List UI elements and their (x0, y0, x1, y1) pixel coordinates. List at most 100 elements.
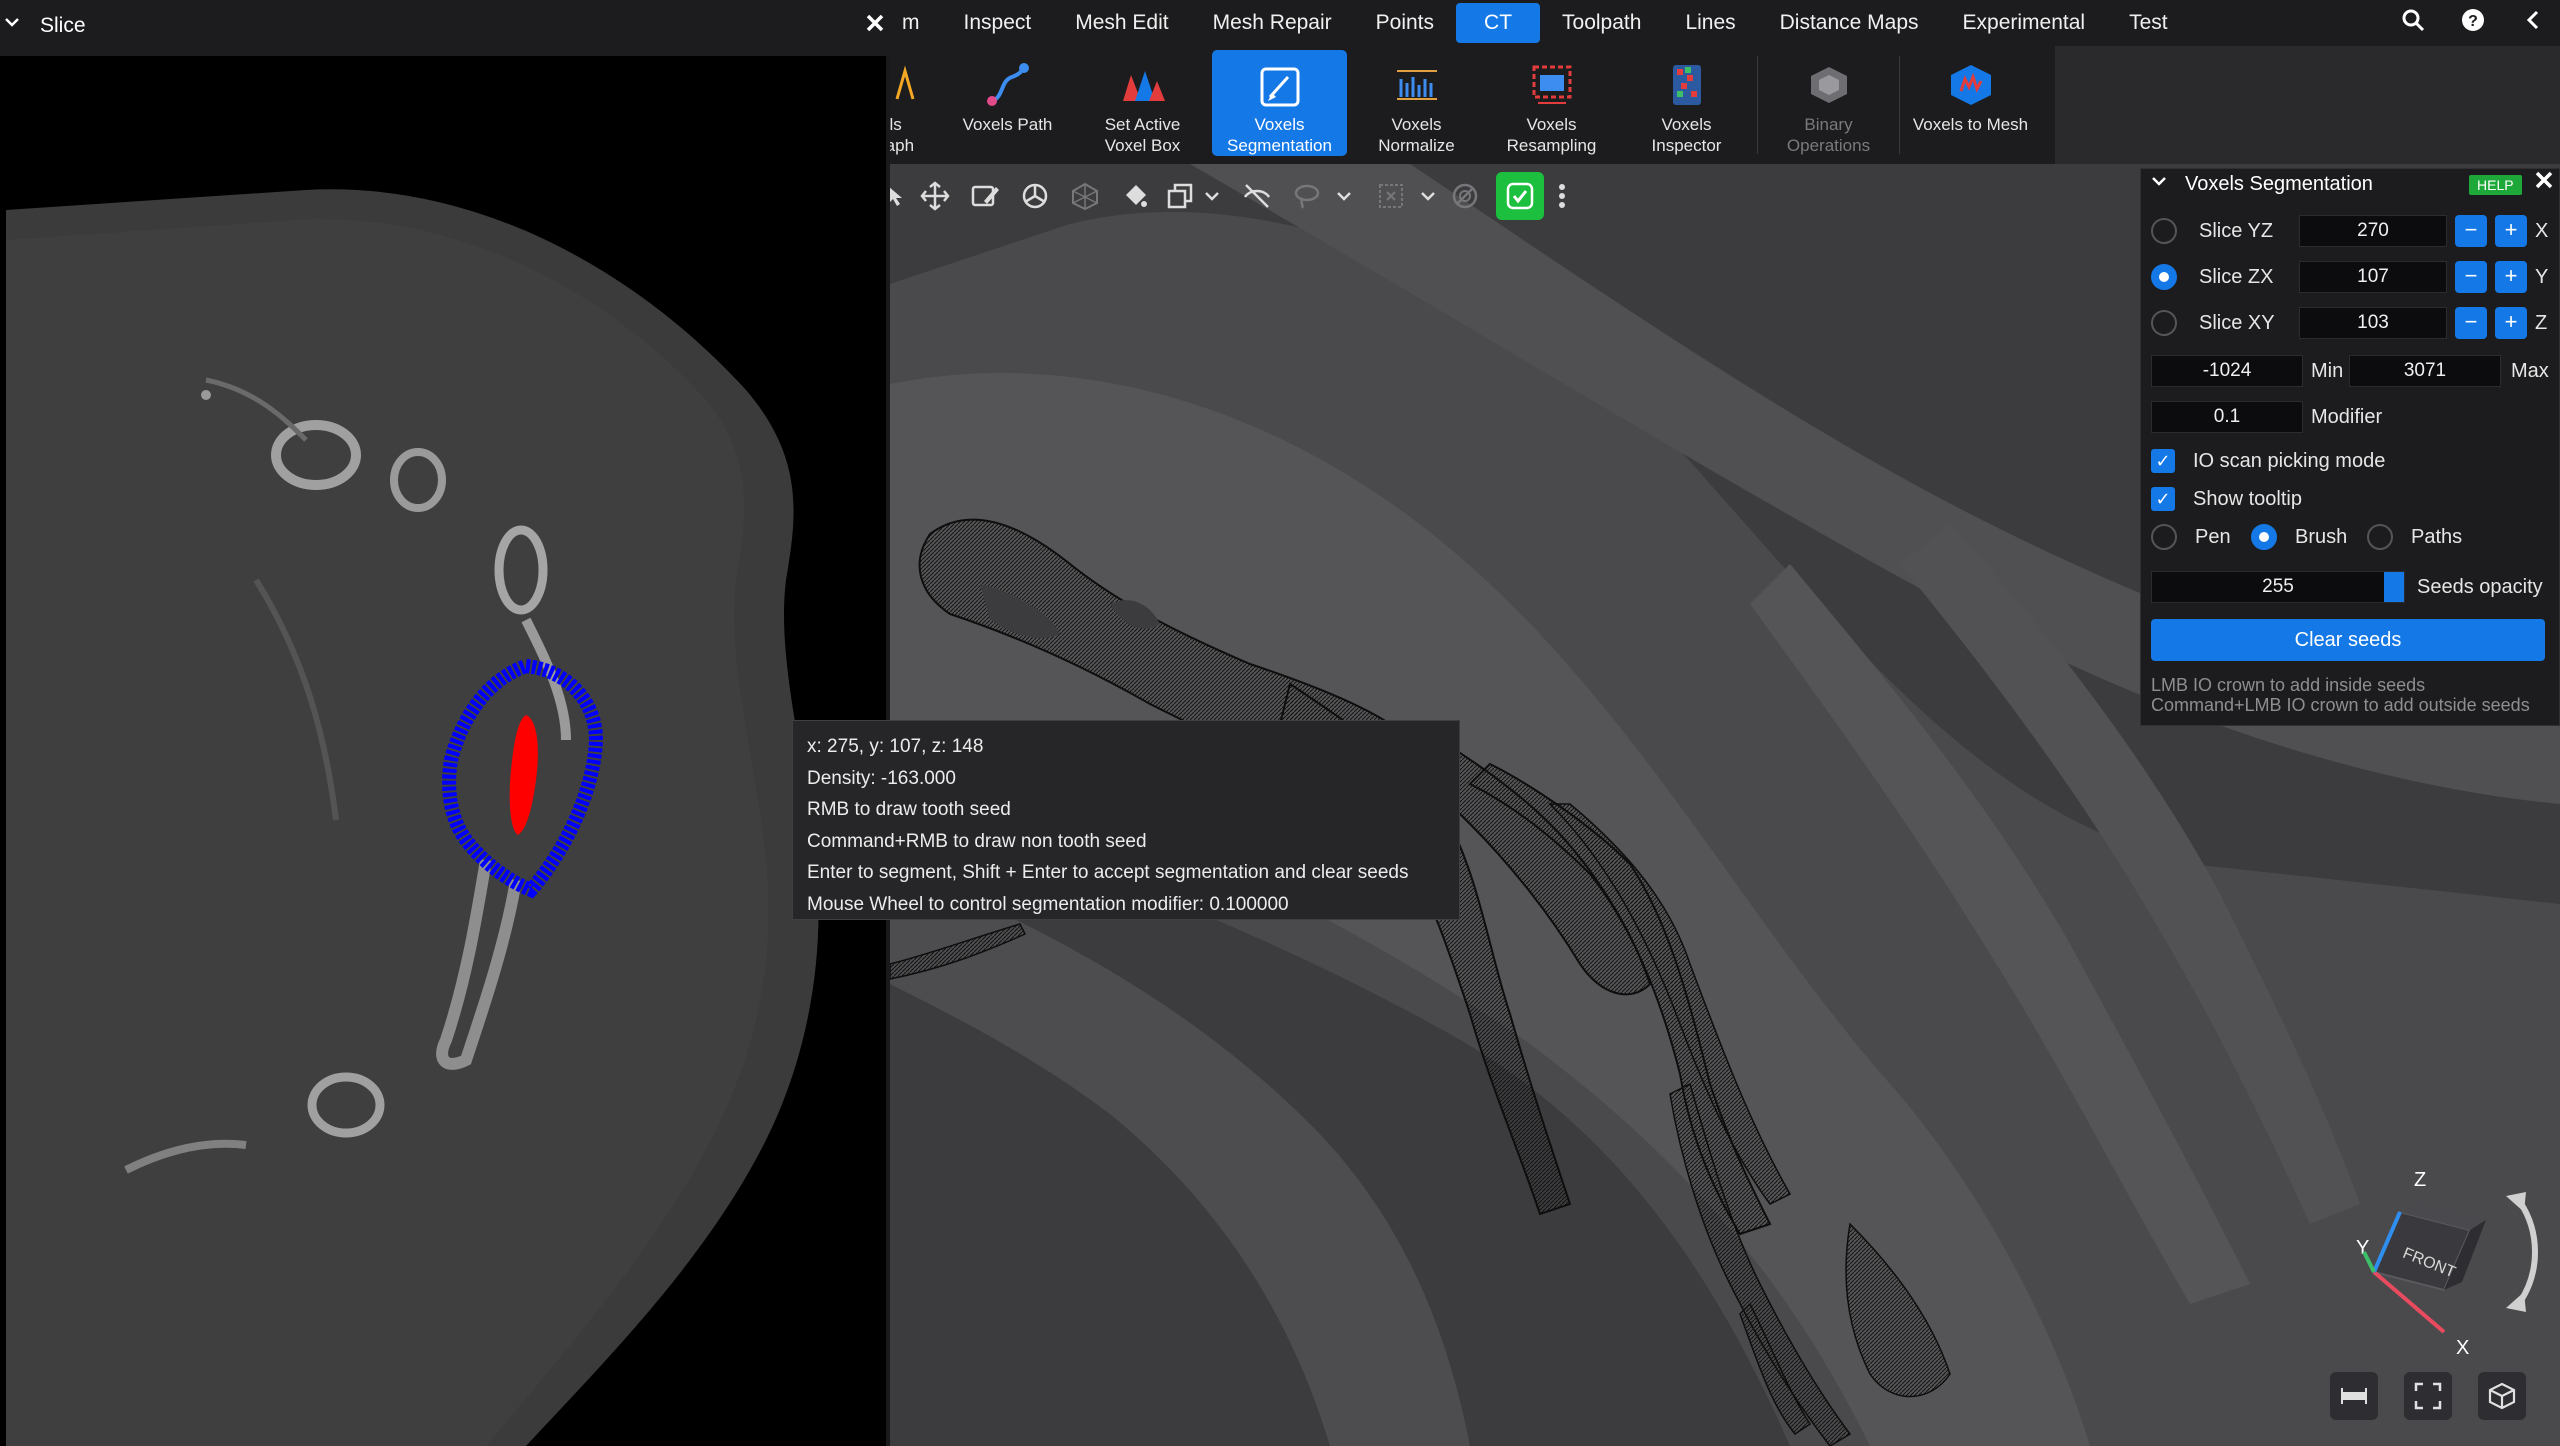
show-tooltip-row: ✓ Show tooltip (2151, 479, 2559, 519)
slider-handle[interactable] (2384, 572, 2404, 602)
normalize-icon (1392, 60, 1442, 110)
show-tooltip-checkbox[interactable]: ✓ (2151, 487, 2175, 511)
slice-xy-row: Slice XY 103 − + Z (2151, 303, 2559, 343)
increment-button[interactable]: + (2495, 215, 2527, 247)
menu-tab-distance-maps[interactable]: Distance Maps (1758, 3, 1941, 43)
menu-tab-mesh-edit[interactable]: Mesh Edit (1053, 3, 1190, 43)
increment-button[interactable]: + (2495, 307, 2527, 339)
slice-zx-radio[interactable] (2151, 264, 2177, 290)
chevron-down-icon[interactable] (1332, 171, 1356, 221)
io-scan-picking-checkbox[interactable]: ✓ (2151, 449, 2175, 473)
tooltip-density: Density: -163.000 (807, 767, 956, 789)
search-icon[interactable] (2396, 8, 2430, 39)
increment-button[interactable]: + (2495, 261, 2527, 293)
no-select-icon[interactable] (1440, 171, 1490, 221)
ribbon-voxels-resampling-button[interactable]: Voxels Resampling (1484, 46, 1619, 160)
help-button[interactable]: HELP (2469, 175, 2522, 195)
accept-check-icon[interactable] (1496, 172, 1544, 220)
chevron-down-icon[interactable] (1416, 171, 1440, 221)
menu-tab-test[interactable]: Test (2107, 3, 2190, 43)
pen-radio[interactable] (2151, 524, 2177, 550)
slice-yz-row: Slice YZ 270 − + X (2151, 211, 2559, 251)
view-cube-gizmo[interactable]: Z Y X FRONT (2340, 1169, 2540, 1372)
density-range-row: -1024 Min 3071 Max (2151, 351, 2559, 391)
max-label: Max (2511, 359, 2549, 382)
seeds-opacity-slider[interactable]: 255 (2151, 571, 2405, 603)
tooltip-hint-enter: Enter to segment, Shift + Enter to accep… (807, 862, 1409, 883)
ct-cursor-tooltip: x: 275, y: 107, z: 148 Density: -163.000… (792, 720, 1460, 920)
ruler-icon[interactable] (2330, 1372, 2378, 1420)
lasso-icon[interactable] (1282, 171, 1332, 221)
chevron-down-icon[interactable] (1200, 171, 1224, 221)
ribbon-label: Inspector (1651, 136, 1722, 155)
menu-tab-experimental[interactable]: Experimental (1941, 3, 2108, 43)
ribbon-voxels-inspector-button[interactable]: Voxels Inspector (1619, 46, 1754, 160)
chevron-down-icon[interactable] (2151, 172, 2167, 193)
max-density-field[interactable]: 3071 (2349, 355, 2501, 387)
axis-label: X (2535, 219, 2549, 242)
slice-yz-radio[interactable] (2151, 218, 2177, 244)
ribbon-label: Segmentation (1227, 136, 1332, 155)
ribbon-divider (1757, 56, 1758, 154)
hide-visibility-icon[interactable] (1232, 171, 1282, 221)
decrement-button[interactable]: − (2455, 261, 2487, 293)
tooltip-coordinates: x: 275, y: 107, z: 148 (807, 736, 984, 757)
hint-line: Command+LMB IO crown to add outside seed… (2151, 695, 2530, 715)
rotate-arrows-icon[interactable] (2506, 1192, 2538, 1312)
ribbon-voxels-segmentation-button[interactable]: Voxels Segmentation (1212, 50, 1347, 156)
menu-tab-mesh-repair[interactable]: Mesh Repair (1191, 3, 1354, 43)
chevron-down-icon[interactable] (4, 12, 20, 35)
close-icon[interactable] (2534, 169, 2554, 197)
brush-label: Brush (2295, 525, 2348, 548)
decrement-button[interactable]: − (2455, 307, 2487, 339)
min-density-field[interactable]: -1024 (2151, 355, 2303, 387)
modifier-label: Modifier (2311, 405, 2383, 428)
help-icon[interactable]: ? (2456, 8, 2490, 39)
menu-tab-lines[interactable]: Lines (1663, 3, 1757, 43)
transform-copy-icon[interactable] (1160, 171, 1200, 221)
slice-panel: Slice (0, 0, 890, 1446)
ribbon-set-active-voxel-box-button[interactable]: Set Active Voxel Box (1075, 46, 1210, 160)
ribbon-label: Set Active (1104, 115, 1181, 134)
axis-x-label: X (2456, 1337, 2469, 1359)
ct-slice-view[interactable] (6, 60, 882, 1446)
move-icon[interactable] (910, 171, 960, 221)
ribbon-divider (1899, 56, 1900, 154)
decrement-button[interactable]: − (2455, 215, 2487, 247)
bucket-fill-icon[interactable] (1110, 171, 1160, 221)
menu-tab-toolpath[interactable]: Toolpath (1540, 3, 1663, 43)
ribbon-voxels-normalize-button[interactable]: Voxels Normalize (1349, 46, 1484, 160)
ribbon-voxels-path-button[interactable]: Voxels Path (940, 46, 1075, 160)
menu-tab-ct[interactable]: CT (1456, 3, 1541, 43)
ribbon-label: Voxels Path (962, 115, 1053, 134)
brush-radio[interactable] (2251, 524, 2277, 550)
ribbon-voxels-to-mesh-button[interactable]: Voxels to Mesh (1903, 46, 2038, 160)
fit-view-icon[interactable] (2404, 1372, 2452, 1420)
clear-seeds-button[interactable]: Clear seeds (2151, 619, 2545, 661)
view-mode-cube-icon[interactable] (2478, 1372, 2526, 1420)
slice-xy-value[interactable]: 103 (2299, 307, 2447, 339)
mesh-grid-icon[interactable] (1060, 171, 1110, 221)
segmentation-icon (1255, 64, 1305, 110)
ribbon-binary-operations-button[interactable]: Binary Operations (1761, 46, 1896, 160)
menu-right-icons: ? (2396, 0, 2550, 46)
slice-zx-value[interactable]: 107 (2299, 261, 2447, 293)
voxels-segmentation-header: Voxels Segmentation HELP (2141, 169, 2560, 199)
menu-tab-points[interactable]: Points (1354, 3, 1456, 43)
io-scan-picking-label: IO scan picking mode (2193, 449, 2386, 472)
more-vertical-icon[interactable] (1550, 171, 1574, 221)
modifier-field[interactable]: 0.1 (2151, 401, 2303, 433)
edit-image-icon[interactable] (960, 171, 1010, 221)
view-cube[interactable]: FRONT (2372, 1202, 2486, 1292)
ct-ribbon: els raph Voxels Path Set Active Voxel Bo… (880, 46, 2055, 164)
box-select-icon[interactable] (1366, 171, 1416, 221)
paths-radio[interactable] (2367, 524, 2393, 550)
slice-yz-value[interactable]: 270 (2299, 215, 2447, 247)
close-icon[interactable] (864, 10, 886, 41)
collapse-left-icon[interactable] (2516, 8, 2550, 39)
voxels-segmentation-panel: Voxels Segmentation HELP Slice YZ 270 − … (2140, 168, 2560, 726)
slice-xy-radio[interactable] (2151, 310, 2177, 336)
menu-tab-inspect[interactable]: Inspect (942, 3, 1054, 43)
camera-orbit-icon[interactable] (1010, 171, 1060, 221)
app-window: m Inspect Mesh Edit Mesh Repair Points C… (0, 0, 2560, 1446)
